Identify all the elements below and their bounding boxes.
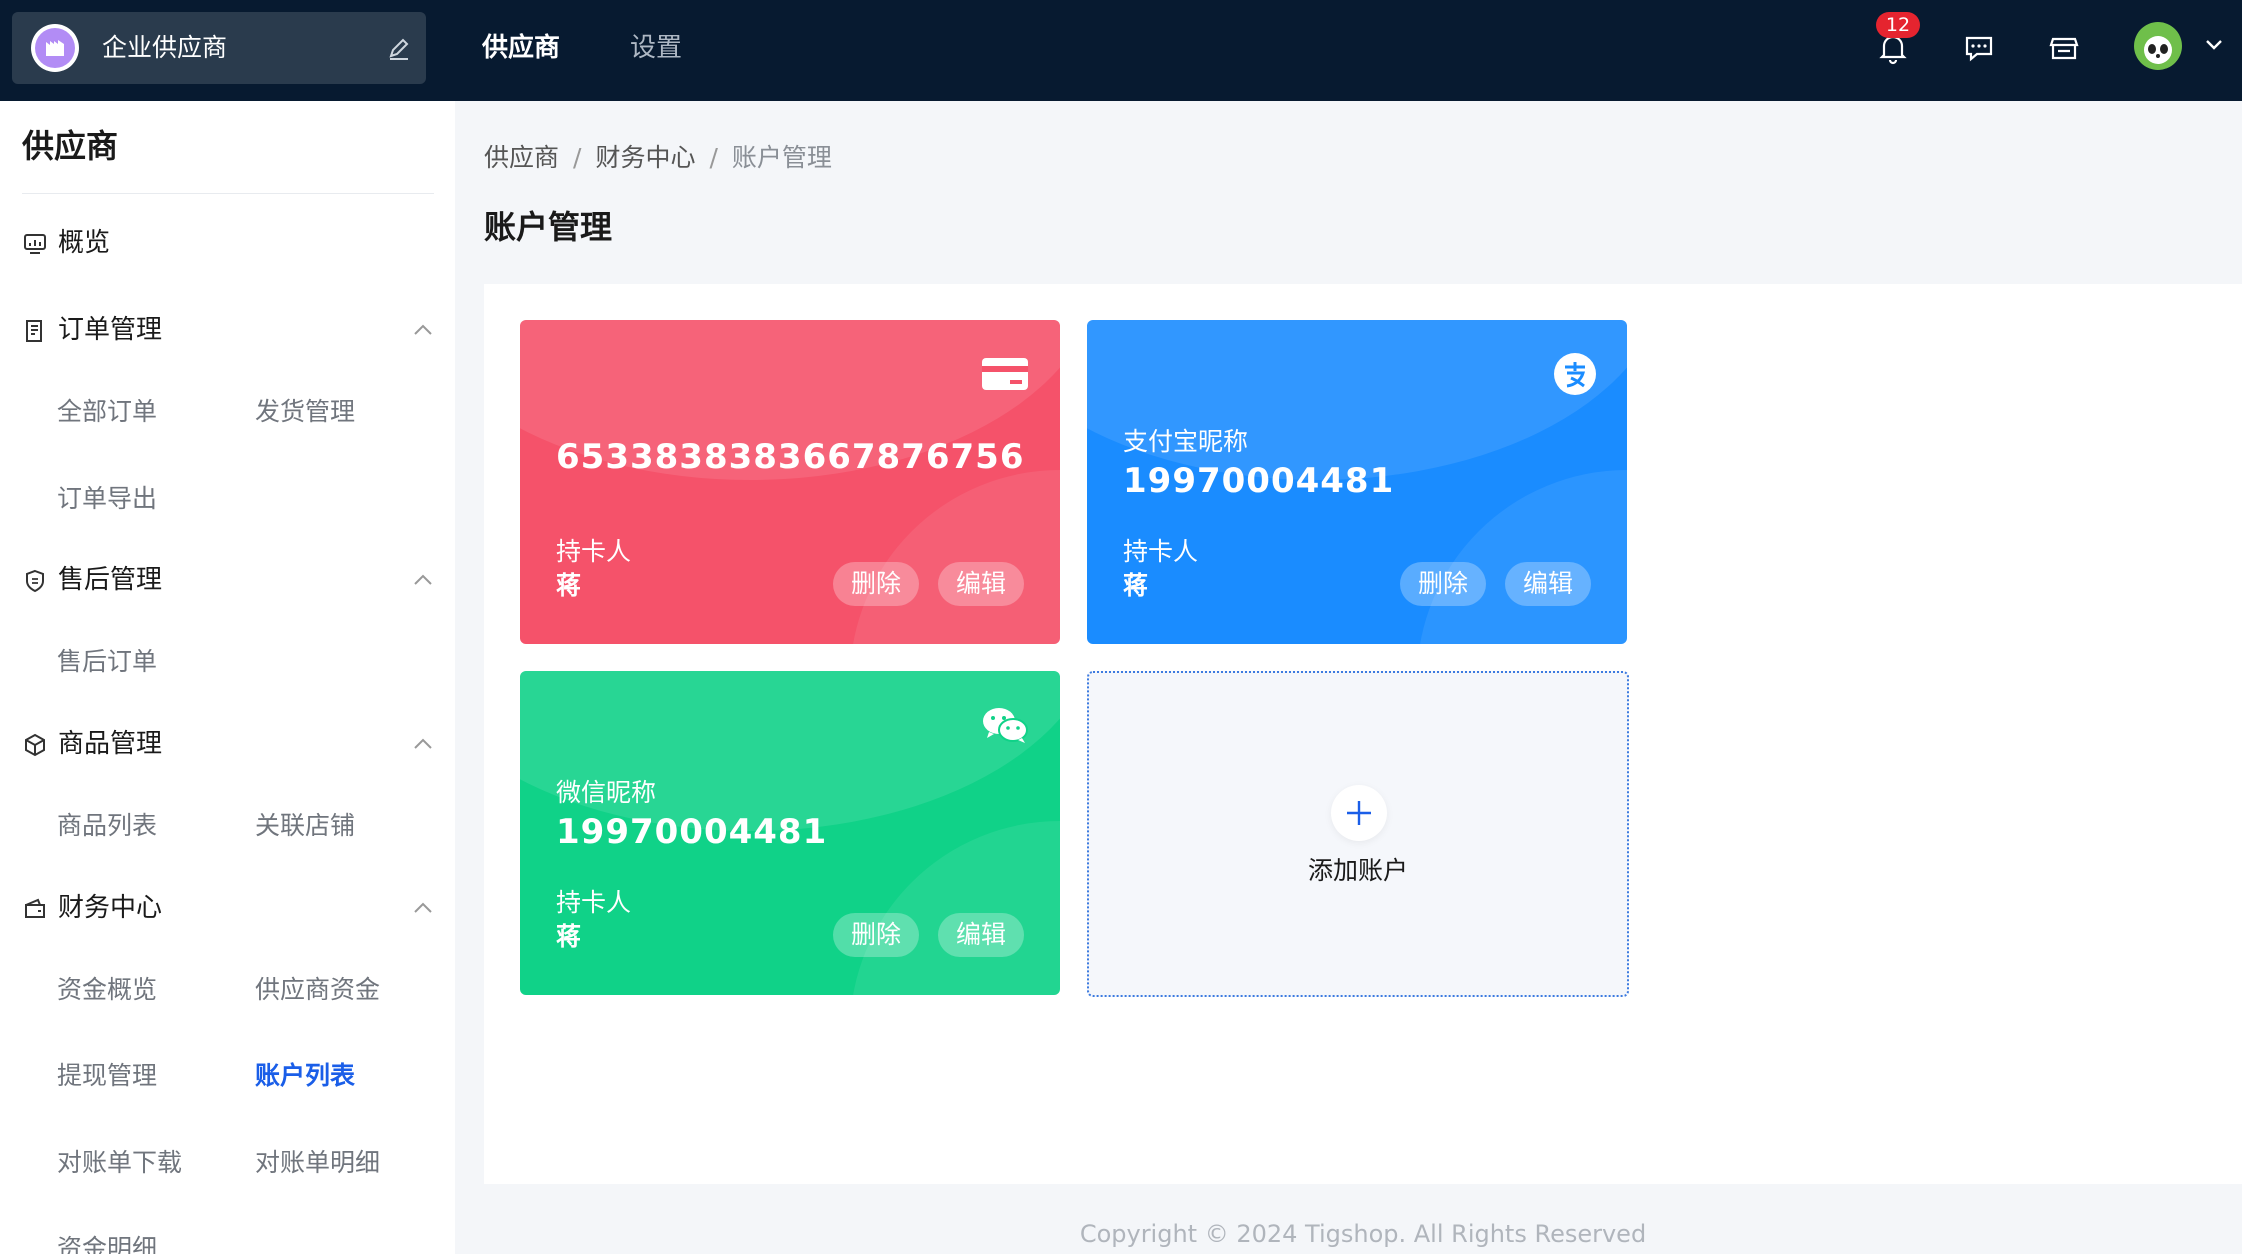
sidebar-item-label: 商品管理: [58, 729, 163, 759]
sidebar-title: 供应商: [22, 127, 119, 165]
sidebar-item-shipping[interactable]: 发货管理: [255, 392, 355, 432]
chevron-up-icon[interactable]: [412, 573, 434, 587]
sidebar: 供应商 概览 订单管理 全部订单 发货管理 订单导出 售后管理 售后订单 商品管…: [0, 101, 455, 1254]
delete-button[interactable]: 删除: [833, 913, 919, 957]
store-logo: [31, 24, 79, 72]
delete-button[interactable]: 删除: [833, 562, 919, 606]
avatar[interactable]: [2134, 22, 2182, 70]
breadcrumb-item[interactable]: 供应商: [484, 143, 559, 172]
delete-button[interactable]: 删除: [1400, 562, 1486, 606]
holder-label: 持卡人: [556, 888, 632, 917]
alipay-nickname-label: 支付宝昵称: [1123, 427, 1249, 456]
wallet-icon: [25, 898, 45, 918]
holder-label: 持卡人: [556, 537, 632, 566]
wechat-nickname-label: 微信昵称: [556, 778, 657, 807]
box-icon: [25, 733, 45, 757]
divider: [22, 193, 434, 194]
sidebar-item-product-list[interactable]: 商品列表: [57, 806, 157, 846]
edit-button[interactable]: 编辑: [1505, 562, 1591, 606]
account-number: 19970004481: [1123, 461, 1395, 501]
sidebar-item-order-export[interactable]: 订单导出: [57, 479, 157, 519]
sidebar-item-funds-overview[interactable]: 资金概览: [57, 970, 157, 1010]
sidebar-item-statement-details[interactable]: 对账单明细: [255, 1143, 380, 1183]
page-title: 账户管理: [484, 208, 613, 246]
store-icon[interactable]: [2046, 30, 2082, 66]
sidebar-item-supplier-funds[interactable]: 供应商资金: [255, 970, 380, 1010]
sidebar-item-linked-stores[interactable]: 关联店铺: [255, 806, 355, 846]
credit-card-icon: [982, 358, 1028, 390]
wechat-icon: [983, 708, 1028, 743]
shield-icon: [26, 569, 44, 593]
holder-name: 蒋: [556, 571, 582, 600]
top-bar: 企业供应商 供应商 设置 12: [0, 0, 2242, 101]
alipay-card: 支付宝昵称 19970004481 持卡人 蒋 删除 编辑: [1087, 320, 1627, 644]
chevron-up-icon[interactable]: [412, 323, 434, 337]
card-number: 6533838383667876756: [556, 437, 1025, 477]
monitor-icon: [24, 234, 46, 254]
account-number: 19970004481: [556, 812, 828, 852]
store-name: 企业供应商: [102, 33, 228, 62]
message-icon[interactable]: [1961, 30, 1997, 66]
sidebar-item-label: 概览: [58, 228, 111, 258]
plus-icon: [1331, 785, 1387, 841]
footer-copyright: Copyright © 2024 Tigshop. All Rights Res…: [1079, 1220, 1647, 1248]
notification-badge: 12: [1876, 12, 1920, 38]
edit-icon[interactable]: [386, 36, 412, 62]
sidebar-item-account-list[interactable]: 账户列表: [255, 1056, 355, 1096]
edit-button[interactable]: 编辑: [938, 913, 1024, 957]
bank-card: 6533838383667876756 持卡人 蒋 删除 编辑: [520, 320, 1060, 644]
sidebar-item-label: 售后管理: [58, 565, 163, 595]
breadcrumb: 供应商 / 财务中心 / 账户管理: [484, 143, 832, 172]
add-account-button[interactable]: 添加账户: [1087, 671, 1629, 997]
sidebar-item-fund-details[interactable]: 资金明细: [57, 1229, 157, 1254]
holder-name: 蒋: [556, 922, 582, 951]
chevron-down-icon[interactable]: [2204, 38, 2224, 52]
chevron-up-icon[interactable]: [412, 737, 434, 751]
chevron-up-icon[interactable]: [412, 901, 434, 915]
breadcrumb-current: 账户管理: [731, 143, 832, 172]
sidebar-item-label: 订单管理: [58, 315, 163, 345]
sidebar-item-statement-download[interactable]: 对账单下载: [57, 1143, 182, 1183]
sidebar-item-withdrawals[interactable]: 提现管理: [57, 1056, 157, 1096]
store-switcher[interactable]: 企业供应商: [12, 12, 426, 84]
nav-supplier[interactable]: 供应商: [482, 28, 560, 68]
sidebar-item-all-orders[interactable]: 全部订单: [57, 392, 157, 432]
wechat-card: 微信昵称 19970004481 持卡人 蒋 删除 编辑: [520, 671, 1060, 995]
add-account-label: 添加账户: [1307, 856, 1408, 885]
holder-label: 持卡人: [1123, 537, 1199, 566]
holder-name: 蒋: [1123, 571, 1149, 600]
sidebar-item-aftersale-orders[interactable]: 售后订单: [57, 642, 157, 682]
nav-settings[interactable]: 设置: [630, 28, 682, 68]
alipay-icon: [1554, 353, 1596, 395]
sidebar-item-label: 财务中心: [58, 893, 163, 923]
breadcrumb-item[interactable]: 财务中心: [595, 143, 695, 172]
edit-button[interactable]: 编辑: [938, 562, 1024, 606]
order-icon: [26, 320, 42, 342]
